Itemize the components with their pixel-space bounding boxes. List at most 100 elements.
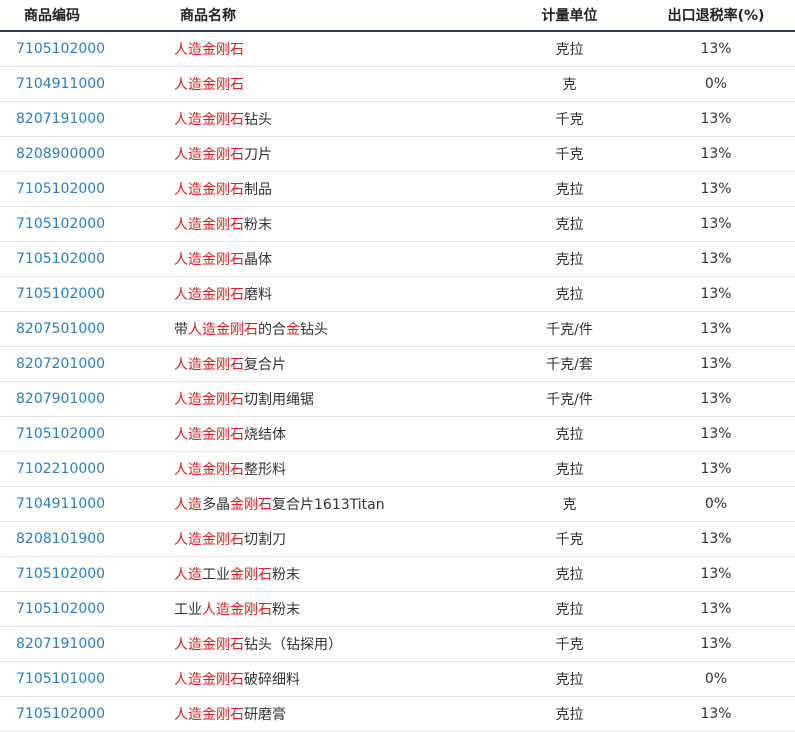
table-row[interactable]: 7105102000 人造工业金刚石粉末 克拉 13% (0, 556, 795, 592)
name-highlight: 人造金刚石 (202, 602, 272, 618)
cell-unit: 克拉 (502, 31, 637, 67)
cell-code: 8207201000 (0, 346, 172, 382)
tax-rate-table: 商品编码 商品名称 计量单位 出口退税率(%) 7105102000 人造金刚石克… (0, 0, 795, 732)
cell-code: 8207191000 (0, 101, 172, 137)
table-row[interactable]: 8207191000 人造金刚石钻头 千克 13% (0, 101, 795, 137)
product-code-link[interactable]: 7104911000 (16, 76, 105, 92)
table-row[interactable]: 8208900000 人造金刚石刀片 千克 13% (0, 136, 795, 172)
product-code-link[interactable]: 7105102000 (16, 216, 105, 232)
name-text: 切割刀 (244, 532, 286, 548)
table-row[interactable]: 8207901000 人造金刚石切割用绳锯 千克/件 13% (0, 381, 795, 417)
table-row[interactable]: 7105101000 人造金刚石破碎细料 克拉 0% (0, 661, 795, 697)
cell-rate: 13% (637, 136, 795, 172)
name-highlight: 人造 (174, 497, 202, 513)
name-text: 工业 (202, 567, 230, 583)
product-code-link[interactable]: 7105102000 (16, 566, 105, 582)
name-highlight: 人造金刚石 (174, 182, 244, 198)
name-highlight: 人造金刚石 (174, 672, 244, 688)
name-highlight: 人造金刚石 (174, 637, 244, 653)
product-code-link[interactable]: 7105102000 (16, 706, 105, 722)
product-code-link[interactable]: 8208101900 (16, 531, 105, 547)
table-row[interactable]: 7105102000 人造金刚石粉末 克拉 13% (0, 206, 795, 242)
table-row[interactable]: 8207191000 人造金刚石钻头（钻探用） 千克 13% (0, 626, 795, 662)
name-highlight: 金 (286, 322, 300, 338)
cell-name: 人造金刚石制品 (172, 171, 502, 207)
cell-code: 7104911000 (0, 486, 172, 522)
product-code-link[interactable]: 8207191000 (16, 111, 105, 127)
table-row[interactable]: 7102210000 人造金刚石整形料 克拉 13% (0, 451, 795, 487)
product-code-link[interactable]: 7105102000 (16, 41, 105, 57)
name-text: 钻头 (244, 112, 272, 128)
cell-code: 8208101900 (0, 521, 172, 557)
cell-rate: 13% (637, 591, 795, 627)
cell-code: 7105102000 (0, 591, 172, 627)
cell-code: 7105101000 (0, 661, 172, 697)
name-text: 复合片 (244, 357, 286, 373)
cell-unit: 千克/件 (502, 311, 637, 347)
table-row[interactable]: 8208101900 人造金刚石切割刀 千克 13% (0, 521, 795, 557)
table-row[interactable]: 7105102000 人造金刚石 克拉 13% (0, 31, 795, 67)
name-highlight: 人造 (174, 567, 202, 583)
product-code-link[interactable]: 8207201000 (16, 356, 105, 372)
name-text: 粉末 (244, 217, 272, 233)
product-code-link[interactable]: 7105102000 (16, 426, 105, 442)
cell-unit: 千克 (502, 136, 637, 172)
name-highlight: 人造金刚石 (174, 357, 244, 373)
name-text: 刀片 (244, 147, 272, 163)
cell-rate: 13% (637, 31, 795, 67)
name-text: 磨料 (244, 287, 272, 303)
cell-unit: 克拉 (502, 696, 637, 732)
header-name: 商品名称 (172, 0, 502, 32)
table-row[interactable]: 8207501000 带人造金刚石的合金钻头 千克/件 13% (0, 311, 795, 347)
name-text: 切割用绳锯 (244, 392, 314, 408)
table-row[interactable]: 8207201000 人造金刚石复合片 千克/套 13% (0, 346, 795, 382)
cell-name: 人造金刚石晶体 (172, 241, 502, 277)
name-highlight: 人造金刚石 (174, 112, 244, 128)
name-highlight: 人造金刚石 (174, 252, 244, 268)
cell-name: 人造金刚石烧结体 (172, 416, 502, 452)
header-rate: 出口退税率(%) (637, 0, 795, 32)
table-row[interactable]: 7104911000 人造多晶金刚石复合片1613Titan 克 0% (0, 486, 795, 522)
product-code-link[interactable]: 8207501000 (16, 321, 105, 337)
name-highlight: 人造金刚石 (174, 287, 244, 303)
table-row[interactable]: 7105102000 人造金刚石研磨膏 克拉 13% (0, 696, 795, 732)
name-text: 粉末 (272, 602, 300, 618)
cell-rate: 13% (637, 346, 795, 382)
table-row[interactable]: 7104911000 人造金刚石 克 0% (0, 66, 795, 102)
cell-unit: 克拉 (502, 591, 637, 627)
header-unit: 计量单位 (502, 0, 637, 32)
cell-code: 7105102000 (0, 416, 172, 452)
table-row[interactable]: 7105102000 人造金刚石烧结体 克拉 13% (0, 416, 795, 452)
name-highlight: 金刚石 (230, 567, 272, 583)
product-code-link[interactable]: 7105102000 (16, 251, 105, 267)
table-row[interactable]: 7105102000 工业人造金刚石粉末 克拉 13% (0, 591, 795, 627)
cell-name: 人造金刚石钻头（钻探用） (172, 626, 502, 662)
header-code: 商品编码 (0, 0, 172, 32)
table-row[interactable]: 7105102000 人造金刚石晶体 克拉 13% (0, 241, 795, 277)
product-code-link[interactable]: 7102210000 (16, 461, 105, 477)
cell-unit: 克 (502, 486, 637, 522)
cell-rate: 13% (637, 381, 795, 417)
cell-rate: 13% (637, 696, 795, 732)
product-code-link[interactable]: 8208900000 (16, 146, 105, 162)
cell-rate: 0% (637, 66, 795, 102)
cell-unit: 千克/件 (502, 381, 637, 417)
cell-name: 工业人造金刚石粉末 (172, 591, 502, 627)
product-code-link[interactable]: 7105102000 (16, 601, 105, 617)
product-code-link[interactable]: 7105101000 (16, 671, 105, 687)
cell-code: 7104911000 (0, 66, 172, 102)
table-header: 商品编码 商品名称 计量单位 出口退税率(%) (0, 0, 795, 32)
table-row[interactable]: 7105102000 人造金刚石磨料 克拉 13% (0, 276, 795, 312)
cell-code: 7105102000 (0, 206, 172, 242)
name-text: 烧结体 (244, 427, 286, 443)
cell-name: 人造金刚石研磨膏 (172, 696, 502, 732)
table-row[interactable]: 7105102000 人造金刚石制品 克拉 13% (0, 171, 795, 207)
product-code-link[interactable]: 7104911000 (16, 496, 105, 512)
cell-unit: 克拉 (502, 241, 637, 277)
cell-name: 人造金刚石复合片 (172, 346, 502, 382)
product-code-link[interactable]: 8207901000 (16, 391, 105, 407)
product-code-link[interactable]: 8207191000 (16, 636, 105, 652)
product-code-link[interactable]: 7105102000 (16, 286, 105, 302)
product-code-link[interactable]: 7105102000 (16, 181, 105, 197)
cell-name: 人造金刚石 (172, 66, 502, 102)
